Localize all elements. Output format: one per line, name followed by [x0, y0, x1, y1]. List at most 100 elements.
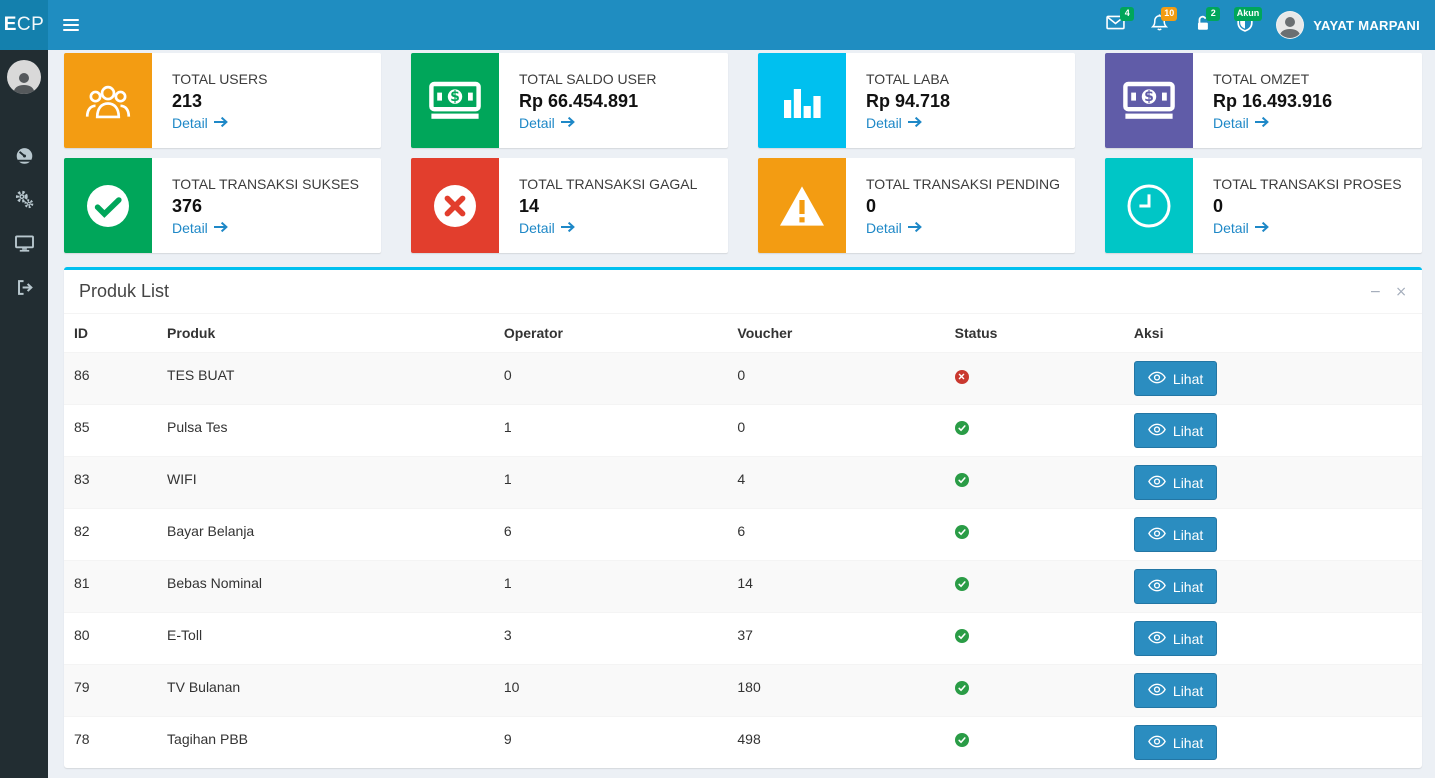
signout-icon	[16, 279, 33, 301]
cell-voucher: 180	[729, 665, 946, 717]
lihat-button-label: Lihat	[1173, 423, 1203, 439]
cell-voucher: 498	[729, 717, 946, 769]
eye-icon	[1148, 631, 1166, 647]
info-box-content: TOTAL TRANSAKSI GAGAL14Detail	[499, 158, 707, 253]
status-active-icon	[955, 525, 969, 539]
status-active-icon	[955, 421, 969, 435]
table-header-row: IDProdukOperatorVoucherStatusAksi	[64, 314, 1422, 353]
lihat-button-label: Lihat	[1173, 475, 1203, 491]
lihat-button[interactable]: Lihat	[1134, 673, 1217, 708]
panel-close-button[interactable]: ×	[1395, 284, 1407, 300]
cell-voucher: 6	[729, 509, 946, 561]
user-avatar	[1276, 11, 1304, 39]
sidebar-item-dashboard[interactable]	[0, 136, 48, 180]
lihat-button[interactable]: Lihat	[1134, 517, 1217, 552]
detail-link-label: Detail	[866, 220, 902, 236]
cell-operator: 3	[496, 613, 730, 665]
cell-aksi: Lihat	[1126, 561, 1422, 613]
check-circle-icon	[64, 158, 152, 253]
navbar-menu-group: 4 10 2 AkunYAYAT MARPANI	[1093, 0, 1435, 50]
dashboard-icon	[15, 146, 34, 170]
info-box-content: TOTAL TRANSAKSI PENDING0Detail	[846, 158, 1070, 253]
sessions-badge: 2	[1206, 7, 1220, 21]
sidebar-item-logout[interactable]	[0, 268, 48, 312]
cell-operator: 1	[496, 561, 730, 613]
eye-icon	[1148, 683, 1166, 699]
sidebar	[0, 50, 48, 778]
info-box-content: TOTAL SALDO USERRp 66.454.891Detail	[499, 53, 666, 148]
lihat-button[interactable]: Lihat	[1134, 413, 1217, 448]
info-box-value: Rp 66.454.891	[519, 91, 656, 112]
sidebar-item-settings[interactable]	[0, 180, 48, 224]
messages-badge: 4	[1120, 7, 1134, 21]
cell-voucher: 0	[729, 405, 946, 457]
info-box-label: TOTAL TRANSAKSI PENDING	[866, 176, 1060, 192]
account-badge: Akun	[1234, 7, 1263, 21]
detail-link-label: Detail	[519, 220, 555, 236]
info-box-label: TOTAL TRANSAKSI PROSES	[1213, 176, 1402, 192]
status-active-icon	[955, 629, 969, 643]
lihat-button[interactable]: Lihat	[1134, 569, 1217, 604]
eye-icon	[1148, 527, 1166, 543]
cell-aksi: Lihat	[1126, 405, 1422, 457]
detail-link-label: Detail	[1213, 115, 1249, 131]
info-box-value: Rp 16.493.916	[1213, 91, 1332, 112]
info-box-7: TOTAL TRANSAKSI PROSES0Detail	[1105, 158, 1422, 253]
money-icon: $	[1105, 53, 1193, 148]
navbar-account-menu[interactable]: Akun	[1224, 0, 1266, 50]
navbar-messages-menu[interactable]: 4	[1093, 0, 1138, 50]
info-box-value: Rp 94.718	[866, 91, 950, 112]
lihat-button[interactable]: Lihat	[1134, 725, 1217, 760]
navbar-user-menu[interactable]: YAYAT MARPANI	[1266, 0, 1435, 50]
cell-id: 78	[64, 717, 159, 769]
info-box-detail-link[interactable]: Detail	[866, 220, 922, 236]
info-box-detail-link[interactable]: Detail	[866, 115, 922, 131]
lihat-button[interactable]: Lihat	[1134, 465, 1217, 500]
info-box-detail-link[interactable]: Detail	[172, 220, 228, 236]
table-row-produk-86: 86TES BUAT00Lihat	[64, 353, 1422, 405]
info-box-detail-link[interactable]: Detail	[1213, 115, 1269, 131]
detail-link-label: Detail	[172, 220, 208, 236]
detail-link-label: Detail	[172, 115, 208, 131]
navbar-sessions-menu[interactable]: 2	[1181, 0, 1224, 50]
eye-icon	[1148, 475, 1166, 491]
cell-voucher: 14	[729, 561, 946, 613]
info-box-detail-link[interactable]: Detail	[172, 115, 228, 131]
app-logo[interactable]: ECP	[0, 0, 48, 50]
arrow-right-icon	[560, 220, 575, 236]
sidebar-item-monitoring[interactable]	[0, 224, 48, 268]
money-icon: $	[411, 53, 499, 148]
eye-icon	[1148, 371, 1166, 387]
lihat-button-label: Lihat	[1173, 631, 1203, 647]
table-row-produk-78: 78Tagihan PBB9498Lihat	[64, 717, 1422, 769]
cell-aksi: Lihat	[1126, 509, 1422, 561]
column-header-operator: Operator	[496, 314, 730, 353]
sidebar-menu	[0, 136, 48, 312]
arrow-right-icon	[907, 220, 922, 236]
info-box-label: TOTAL TRANSAKSI SUKSES	[172, 176, 359, 192]
cell-status	[947, 613, 1126, 665]
cell-status	[947, 353, 1126, 405]
table-row-produk-80: 80E-Toll337Lihat	[64, 613, 1422, 665]
column-header-aksi: Aksi	[1126, 314, 1422, 353]
status-active-icon	[955, 473, 969, 487]
panel-collapse-button[interactable]: −	[1370, 284, 1382, 300]
info-box-detail-link[interactable]: Detail	[1213, 220, 1269, 236]
app-logo-rest: CP	[17, 14, 44, 36]
lihat-button[interactable]: Lihat	[1134, 621, 1217, 656]
info-box-detail-link[interactable]: Detail	[519, 115, 575, 131]
main-content: Dashboard Version 2.0.0 Home > Dashboard…	[48, 0, 1435, 768]
sidebar-user-avatar[interactable]	[7, 60, 41, 94]
lihat-button[interactable]: Lihat	[1134, 361, 1217, 396]
navbar-notifications-menu[interactable]: 10	[1138, 0, 1181, 50]
status-active-icon	[955, 733, 969, 747]
times-circle-icon	[411, 158, 499, 253]
info-box-1: $TOTAL SALDO USERRp 66.454.891Detail	[411, 53, 728, 148]
arrow-right-icon	[1254, 115, 1269, 131]
cell-aksi: Lihat	[1126, 717, 1422, 769]
sidebar-toggle-button[interactable]	[48, 0, 93, 50]
info-box-detail-link[interactable]: Detail	[519, 220, 575, 236]
arrow-right-icon	[560, 115, 575, 131]
panel-header: Produk List − ×	[64, 270, 1422, 313]
cell-operator: 1	[496, 405, 730, 457]
